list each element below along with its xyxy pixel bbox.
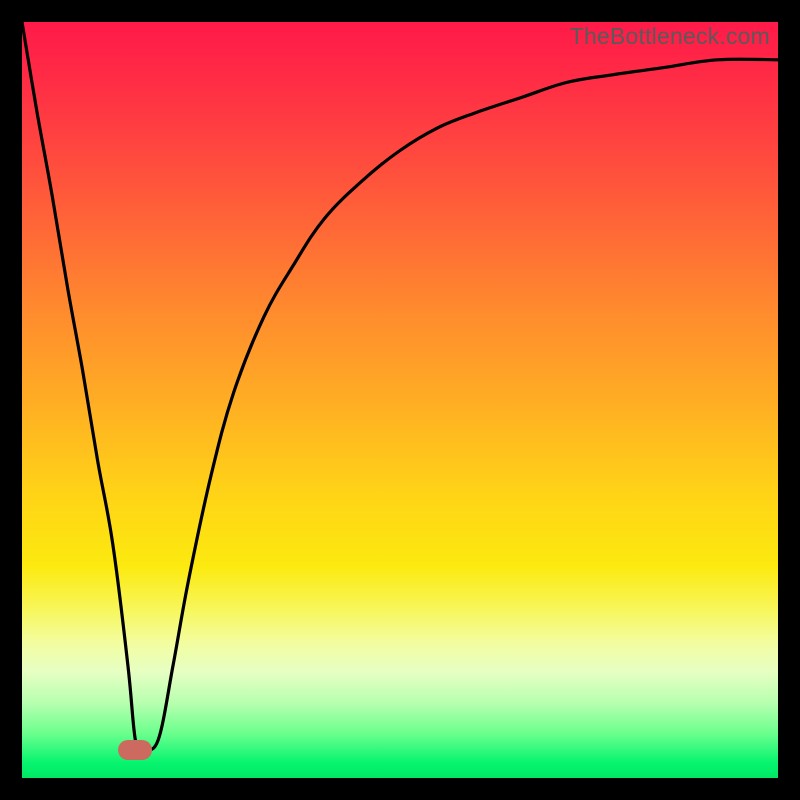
optimal-marker <box>118 740 152 760</box>
bottleneck-curve <box>22 22 778 778</box>
plot-area: TheBottleneck.com <box>22 22 778 778</box>
